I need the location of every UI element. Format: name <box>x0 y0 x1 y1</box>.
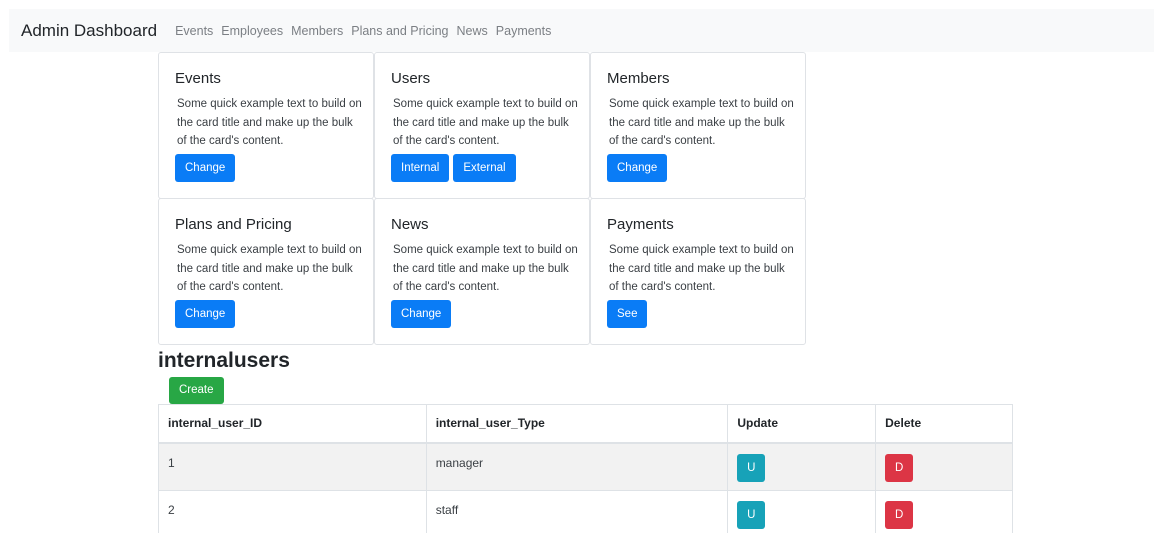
card-title: Users <box>391 70 431 87</box>
card-users: Users Some quick example text to build o… <box>374 52 590 199</box>
update-button[interactable]: U <box>737 453 766 482</box>
cell-user-type: manager <box>425 442 729 491</box>
card-title: Payments <box>607 216 674 233</box>
delete-button[interactable]: D <box>885 453 914 482</box>
cell-delete: D <box>875 490 1013 533</box>
nav-link-news[interactable]: News <box>457 24 488 38</box>
card-text: Some quick example text to build on the … <box>393 244 578 293</box>
card-text: Some quick example text to build on the … <box>609 244 794 293</box>
header-internal-user-id: internal_user_ID <box>158 404 427 444</box>
cell-update: U <box>727 490 877 533</box>
navbar-brand[interactable]: Admin Dashboard <box>21 21 157 41</box>
card-text: Some quick example text to build on the … <box>393 98 578 147</box>
card-title: News <box>391 216 429 233</box>
delete-button[interactable]: D <box>885 501 914 529</box>
cell-user-id: 2 <box>158 490 427 533</box>
users-external-button[interactable]: External <box>453 153 516 182</box>
nav-link-plans-and-pricing[interactable]: Plans and Pricing <box>351 24 448 38</box>
users-internal-button[interactable]: Internal <box>391 153 450 182</box>
create-button[interactable]: Create <box>169 377 224 404</box>
cell-user-type: staff <box>425 490 729 533</box>
card-payments: Payments Some quick example text to buil… <box>590 198 806 345</box>
header-internal-user-type: internal_user_Type <box>425 404 729 444</box>
table-row: 2 staff U D <box>158 490 1013 533</box>
cell-delete: D <box>875 442 1013 491</box>
events-change-button[interactable]: Change <box>175 153 236 182</box>
card-text: Some quick example text to build on the … <box>609 98 794 147</box>
card-plans-and-pricing: Plans and Pricing Some quick example tex… <box>158 198 374 345</box>
card-news: News Some quick example text to build on… <box>374 198 590 345</box>
card-events: Events Some quick example text to build … <box>158 52 374 199</box>
nav-link-members[interactable]: Members <box>291 24 343 38</box>
nav-link-events[interactable]: Events <box>175 24 213 38</box>
table-header-row: internal_user_ID internal_user_Type Upda… <box>158 404 1013 444</box>
cell-update: U <box>727 442 877 491</box>
plans-change-button[interactable]: Change <box>175 299 236 328</box>
nav-link-payments[interactable]: Payments <box>496 24 552 38</box>
card-title: Plans and Pricing <box>175 216 292 233</box>
card-title: Members <box>607 70 670 87</box>
update-button[interactable]: U <box>737 501 766 529</box>
internal-users-table: internal_user_ID internal_user_Type Upda… <box>158 404 1013 533</box>
card-title: Events <box>175 70 221 87</box>
table-row: 1 manager U D <box>158 442 1013 491</box>
card-grid: Events Some quick example text to build … <box>158 52 806 345</box>
card-members: Members Some quick example text to build… <box>590 52 806 199</box>
navbar: Admin Dashboard Events Employees Members… <box>9 9 1154 52</box>
payments-see-button[interactable]: See <box>607 299 648 328</box>
header-update: Update <box>727 404 877 444</box>
header-delete: Delete <box>875 404 1013 444</box>
nav-links: Events Employees Members Plans and Prici… <box>175 24 559 38</box>
members-change-button[interactable]: Change <box>607 153 668 182</box>
card-text: Some quick example text to build on the … <box>177 98 362 147</box>
section-title: internalusers <box>158 349 290 372</box>
cell-user-id: 1 <box>158 442 427 491</box>
news-change-button[interactable]: Change <box>391 299 452 328</box>
nav-link-employees[interactable]: Employees <box>221 24 283 38</box>
card-text: Some quick example text to build on the … <box>177 244 362 293</box>
